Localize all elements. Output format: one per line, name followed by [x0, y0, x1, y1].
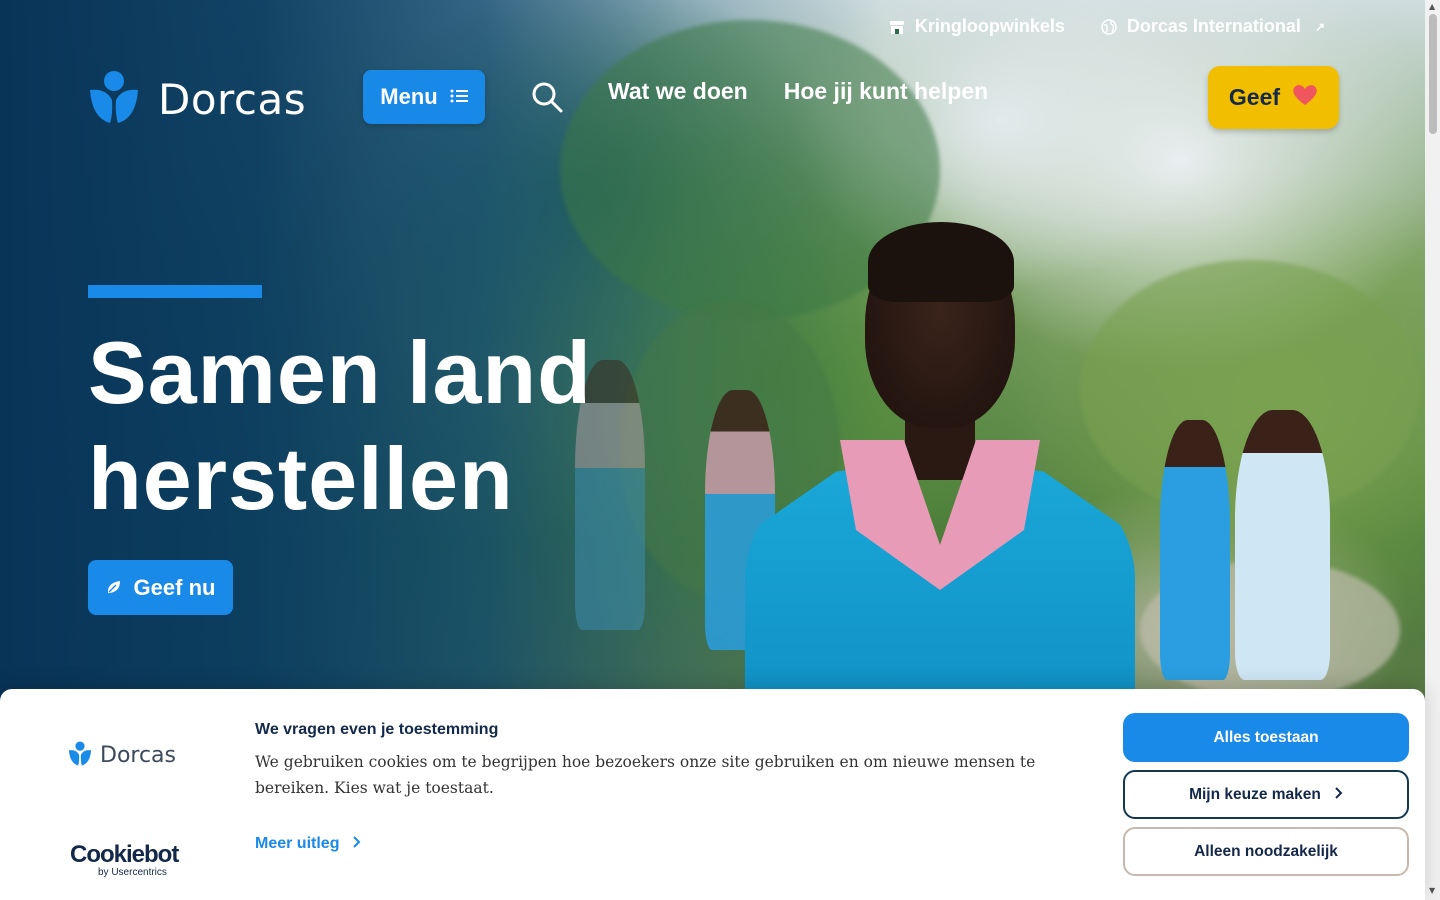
- cookie-body: We gebruiken cookies om te begrijpen hoe…: [255, 753, 1036, 797]
- make-choice-label: Mijn keuze maken: [1189, 785, 1321, 803]
- girl-hair: [868, 222, 1014, 302]
- scroll-down-arrow-icon[interactable]: ▼: [1429, 886, 1435, 895]
- international-link[interactable]: Dorcas International ↗: [1101, 16, 1325, 37]
- cookie-title: We vragen even je toestemming: [255, 721, 499, 738]
- allow-all-label: Alles toestaan: [1213, 728, 1319, 746]
- cookiebot-logo[interactable]: Cookiebot by Usercentrics: [70, 841, 179, 879]
- nav-what-we-do[interactable]: Wat we doen: [608, 78, 748, 105]
- child-figure: [1235, 410, 1330, 680]
- stores-link[interactable]: Kringloopwinkels: [889, 16, 1065, 37]
- list-icon: [450, 84, 468, 110]
- international-label: Dorcas International: [1126, 16, 1301, 36]
- hero-title-line2: herstellen: [88, 429, 514, 528]
- cookie-logo-text: Dorcas: [100, 743, 177, 768]
- cookiebot-byline: by Usercentrics: [98, 867, 167, 878]
- nav-how-to-help[interactable]: Hoe jij kunt helpen: [784, 78, 988, 105]
- more-info-label: Meer uitleg: [255, 835, 340, 852]
- utility-nav: Kringloopwinkels Dorcas International ↗: [889, 16, 1325, 37]
- search-icon: [530, 82, 564, 118]
- search-button[interactable]: [530, 80, 564, 114]
- child-figure: [1160, 420, 1230, 680]
- give-label: Geef: [1228, 84, 1281, 110]
- give-button[interactable]: Geef: [1208, 66, 1339, 129]
- chevron-right-icon: [1335, 786, 1343, 804]
- menu-label: Menu: [380, 84, 438, 109]
- scrollbar-track[interactable]: [1425, 0, 1440, 900]
- necessary-only-label: Alleen noodzakelijk: [1194, 842, 1338, 860]
- dorcas-logo-icon: [88, 70, 140, 128]
- dorcas-logo-icon: [68, 741, 92, 770]
- heart-icon: [1292, 83, 1318, 113]
- store-icon: [889, 19, 905, 35]
- dorcas-logo[interactable]: Dorcas: [88, 70, 306, 128]
- hero-title: Samen land herstellen: [88, 320, 708, 532]
- make-choice-button[interactable]: Mijn keuze maken: [1123, 770, 1409, 819]
- more-info-link[interactable]: Meer uitleg: [255, 835, 361, 853]
- give-now-label: Geef nu: [133, 574, 216, 600]
- logo-text: Dorcas: [158, 74, 307, 124]
- give-now-button[interactable]: Geef nu: [88, 560, 233, 615]
- allow-all-button[interactable]: Alles toestaan: [1123, 713, 1409, 762]
- menu-button[interactable]: Menu: [363, 70, 485, 124]
- necessary-only-button[interactable]: Alleen noodzakelijk: [1123, 827, 1409, 876]
- cookie-dorcas-logo: Dorcas: [68, 741, 176, 770]
- leaf-icon: [106, 575, 122, 601]
- scrollbar-thumb[interactable]: [1429, 14, 1437, 134]
- cookie-consent-banner: Dorcas Cookiebot by Usercentrics We vrag…: [0, 689, 1425, 900]
- stores-label: Kringloopwinkels: [914, 16, 1065, 36]
- hero-title-line1: Samen land: [88, 323, 592, 422]
- chevron-right-icon: [353, 835, 361, 853]
- cookiebot-wordmark: Cookiebot: [70, 841, 179, 868]
- main-nav: Wat we doen Hoe jij kunt helpen: [608, 78, 988, 105]
- scroll-up-arrow-icon[interactable]: ▲: [1429, 2, 1435, 11]
- globe-icon: [1101, 18, 1117, 35]
- external-link-icon: ↗: [1314, 19, 1325, 34]
- title-accent-bar: [88, 285, 262, 298]
